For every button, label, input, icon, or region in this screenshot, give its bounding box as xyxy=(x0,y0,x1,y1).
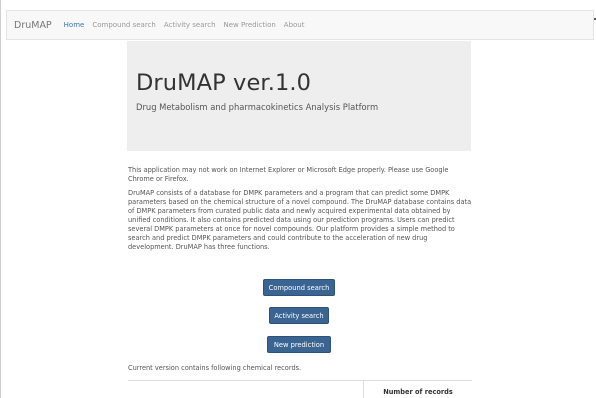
nav-item-new-prediction[interactable]: New Prediction xyxy=(220,21,280,29)
new-prediction-button[interactable]: New prediction xyxy=(267,336,331,353)
page: DruMAP Home Compound search Activity sea… xyxy=(0,0,596,398)
browser-warning: This application may not work on Interne… xyxy=(128,166,449,183)
navbar: DruMAP Home Compound search Activity sea… xyxy=(6,10,594,40)
records-table: Number of records xyxy=(128,380,472,398)
nav-item-activity-search[interactable]: Activity search xyxy=(160,21,220,29)
navbar-brand[interactable]: DruMAP xyxy=(7,20,60,31)
page-subtitle: Drug Metabolism and pharmacokinetics Ana… xyxy=(136,102,379,112)
records-label: Current version contains following chemi… xyxy=(128,364,302,372)
nav-item-home[interactable]: Home xyxy=(60,21,89,29)
page-title: DruMAP ver.1.0 xyxy=(136,70,312,96)
nav-item-compound-search[interactable]: Compound search xyxy=(88,21,160,29)
nav-item-about[interactable]: About xyxy=(280,21,309,29)
activity-search-button[interactable]: Activity search xyxy=(269,307,329,324)
description-paragraph: DruMAP consists of a database for DMPK p… xyxy=(128,189,472,251)
jumbotron: DruMAP ver.1.0 Drug Metabolism and pharm… xyxy=(127,41,471,151)
table-header-number-of-records: Number of records xyxy=(383,388,453,396)
window-edge xyxy=(0,0,1,398)
compound-search-button[interactable]: Compound search xyxy=(263,279,335,296)
intro-content: This application may not work on Interne… xyxy=(128,166,472,257)
